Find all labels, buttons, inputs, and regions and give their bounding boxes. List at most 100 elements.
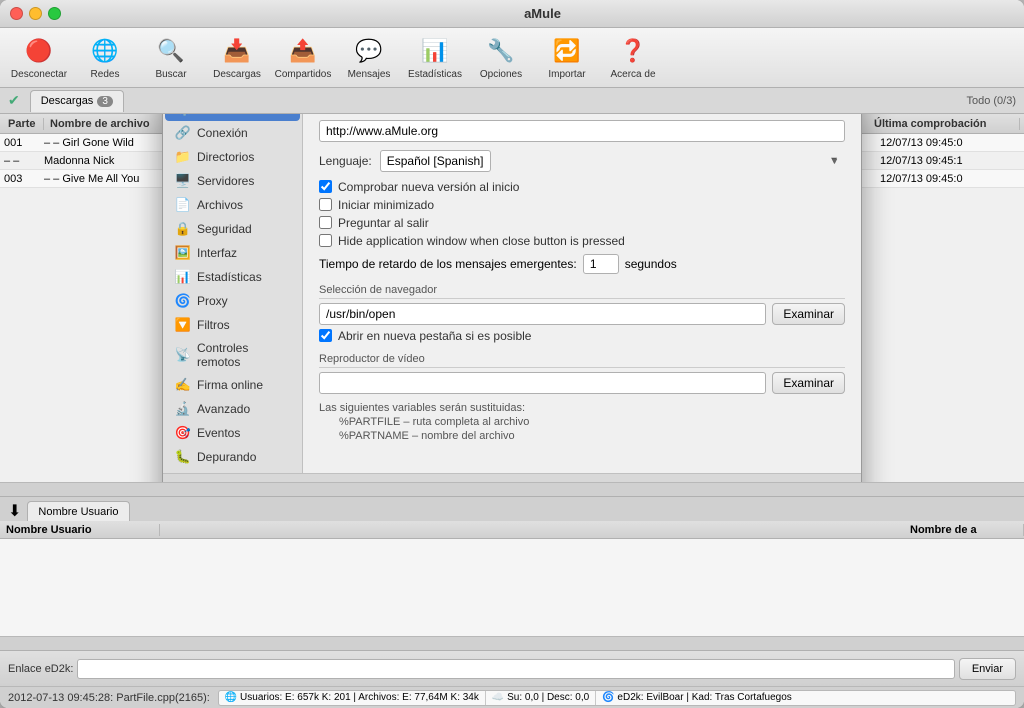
status-seg-su: ☁️ Su: 0,0 | Desc: 0,0: [486, 691, 596, 705]
dialog-content: Alias Lenguaje: Español [Spanish] Englis…: [303, 114, 861, 473]
status-bar: Enlace eD2k: Enviar: [0, 650, 1024, 686]
open-tab-label: Abrir en nueva pestaña si es posible: [338, 329, 531, 343]
check-version-input[interactable]: [319, 180, 332, 193]
sidebar-label-seguridad: Seguridad: [197, 222, 252, 236]
iniciar-minimizado-input[interactable]: [319, 198, 332, 211]
redes-icon: 🌐: [89, 35, 121, 67]
tabs-right-label: Todo (0/3): [966, 95, 1016, 107]
traffic-lights: [10, 7, 61, 20]
status-segments: 🌐 Usuarios: E: 657k K: 201 | Archivos: E…: [218, 690, 1016, 706]
minimize-button[interactable]: [29, 7, 42, 20]
toolbar-acerca-de[interactable]: ❓ Acerca de: [602, 32, 664, 84]
enlace-label: Enlace eD2k:: [8, 663, 73, 675]
browser-path-input[interactable]: [319, 303, 766, 325]
sidebar-label-filtros: Filtros: [197, 318, 230, 332]
status-seg-usuarios: 🌐 Usuarios: E: 657k K: 201 | Archivos: E…: [219, 691, 486, 705]
sidebar-item-firma-online[interactable]: ✍️ Firma online: [163, 373, 302, 397]
firma-icon: ✍️: [175, 377, 191, 393]
down-arrow-icon: ⬇: [8, 501, 21, 521]
bottom-list-header: Nombre Usuario Nombre de a: [0, 521, 1024, 539]
checkbox-check-version[interactable]: Comprobar nueva versión al inicio: [319, 180, 845, 194]
video-path-input[interactable]: [319, 372, 766, 394]
status-seg-ed2k: 🌀 eD2k: EvilBoar | Kad: Tras Cortafuegos: [596, 691, 798, 705]
toolbar-mensajes[interactable]: 💬 Mensajes: [338, 32, 400, 84]
send-button[interactable]: Enviar: [959, 658, 1016, 680]
preguntar-salir-label: Preguntar al salir: [338, 216, 429, 230]
info-text: Las siguientes variables serán sustituid…: [319, 402, 845, 414]
sidebar-item-servidores[interactable]: 🖥️ Servidores: [163, 169, 302, 193]
sidebar-label-interfaz: Interfaz: [197, 246, 237, 260]
sidebar-item-avanzado[interactable]: 🔬 Avanzado: [163, 397, 302, 421]
alias-input[interactable]: [319, 120, 845, 142]
eventos-icon: 🎯: [175, 425, 191, 441]
sidebar-label-depurando: Depurando: [197, 450, 256, 464]
main-scrollbar-h[interactable]: [0, 482, 1024, 496]
preguntar-salir-input[interactable]: [319, 216, 332, 229]
open-tab-input[interactable]: [319, 329, 332, 342]
tab-descargas[interactable]: Descargas 3: [30, 90, 124, 112]
language-select[interactable]: Español [Spanish] English: [380, 150, 491, 172]
open-tab-row[interactable]: Abrir en nueva pestaña si es posible: [319, 329, 845, 343]
desconectar-icon: 🔴: [23, 35, 55, 67]
directorios-icon: 📁: [175, 149, 191, 165]
toolbar-descargas[interactable]: 📥 Descargas: [206, 32, 268, 84]
bottom-tab-label: Nombre Usuario: [38, 506, 118, 518]
video-section-label: Reproductor de vídeo: [319, 353, 845, 368]
enlace-field[interactable]: [77, 659, 954, 679]
timeout-input[interactable]: [583, 254, 619, 274]
general-icon: ⚙️: [177, 114, 193, 117]
sidebar-item-directorios[interactable]: 📁 Directorios: [163, 145, 302, 169]
toolbar-redes[interactable]: 🌐 Redes: [74, 32, 136, 84]
toolbar-estadisticas[interactable]: 📊 Estadísticas: [404, 32, 466, 84]
sidebar-item-estadisticas[interactable]: 📊 Estadísticas: [163, 265, 302, 289]
sidebar-label-servidores: Servidores: [197, 174, 254, 188]
bottom-header-nombre: Nombre Usuario: [0, 524, 160, 536]
var2-text: %PARTNAME – nombre del archivo: [339, 430, 845, 442]
opciones-icon: 🔧: [485, 35, 517, 67]
alias-label: Alias: [319, 114, 845, 117]
toolbar: 🔴 Desconectar 🌐 Redes 🔍 Buscar 📥 Descarg…: [0, 28, 1024, 88]
sidebar-item-archivos[interactable]: 📄 Archivos: [163, 193, 302, 217]
toolbar-opciones[interactable]: 🔧 Opciones: [470, 32, 532, 84]
toolbar-importar[interactable]: 🔁 Importar: [536, 32, 598, 84]
browser-browse-button[interactable]: Examinar: [772, 303, 845, 325]
estadisticas-icon: 📊: [419, 35, 451, 67]
toolbar-compartidos[interactable]: 📤 Compartidos: [272, 32, 334, 84]
checkbox-iniciar-minimizado[interactable]: Iniciar minimizado: [319, 198, 845, 212]
toolbar-buscar[interactable]: 🔍 Buscar: [140, 32, 202, 84]
toolbar-desconectar[interactable]: 🔴 Desconectar: [8, 32, 70, 84]
avanzado-icon: 🔬: [175, 401, 191, 417]
dialog-sidebar: ⚙️ General 🔗 Conexión 📁 Directorios: [163, 114, 303, 473]
language-select-wrapper: Español [Spanish] English ▼: [380, 150, 845, 172]
hide-close-label: Hide application window when close butto…: [338, 234, 625, 248]
log-bar: 2012-07-13 09:45:28: PartFile.cpp(2165):…: [0, 686, 1024, 708]
filtros-icon: 🔽: [175, 317, 191, 333]
sidebar-item-filtros[interactable]: 🔽 Filtros: [163, 313, 302, 337]
sidebar-item-conexion[interactable]: 🔗 Conexión: [163, 121, 302, 145]
sidebar-item-interfaz[interactable]: 🖼️ Interfaz: [163, 241, 302, 265]
sidebar-item-controles-remotos[interactable]: 📡 Controles remotos: [163, 337, 302, 373]
video-browse-button[interactable]: Examinar: [772, 372, 845, 394]
checkbox-hide-close[interactable]: Hide application window when close butto…: [319, 234, 845, 248]
sidebar-item-depurando[interactable]: 🐛 Depurando: [163, 445, 302, 469]
checkbox-preguntar-salir[interactable]: Preguntar al salir: [319, 216, 845, 230]
timeout-unit: segundos: [625, 257, 677, 271]
app-window: aMule 🔴 Desconectar 🌐 Redes 🔍 Buscar 📥 D…: [0, 0, 1024, 708]
sidebar-item-proxy[interactable]: 🌀 Proxy: [163, 289, 302, 313]
bottom-scrollbar-h[interactable]: [0, 636, 1024, 650]
sidebar-item-eventos[interactable]: 🎯 Eventos: [163, 421, 302, 445]
maximize-button[interactable]: [48, 7, 61, 20]
bottom-list-area: Nombre Usuario Nombre de a: [0, 521, 1024, 636]
proxy-icon: 🌀: [175, 293, 191, 309]
sidebar-label-eventos: Eventos: [197, 426, 240, 440]
servidores-icon: 🖥️: [175, 173, 191, 189]
timeout-row: Tiempo de retardo de los mensajes emerge…: [319, 254, 845, 274]
sidebar-item-seguridad[interactable]: 🔒 Seguridad: [163, 217, 302, 241]
options-dialog: Opciones ⚙️ General 🔗 Conexión: [162, 114, 862, 482]
bottom-tab-nombre[interactable]: Nombre Usuario: [27, 501, 129, 521]
dialog-scrollbar[interactable]: [163, 473, 861, 483]
hide-close-input[interactable]: [319, 234, 332, 247]
descargas-icon: 📥: [221, 35, 253, 67]
sidebar-label-firma: Firma online: [197, 378, 263, 392]
close-button[interactable]: [10, 7, 23, 20]
